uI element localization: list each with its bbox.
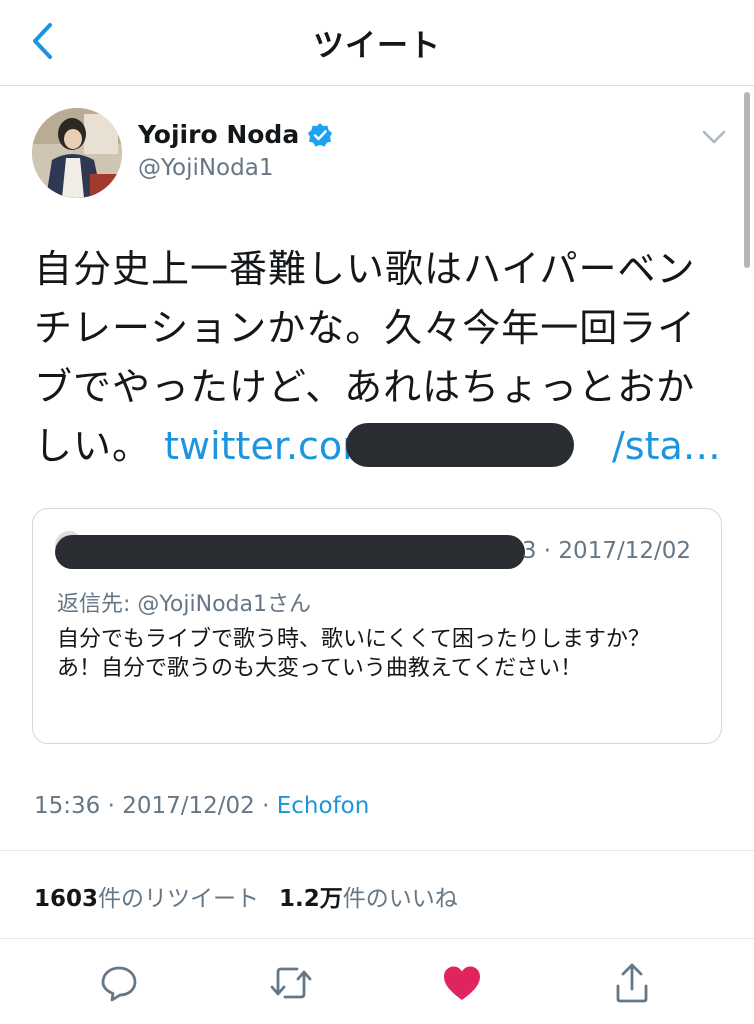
handle[interactable]: @YojiNoda1 [138, 155, 273, 181]
scrollbar[interactable] [744, 92, 750, 268]
retweet-count[interactable]: 1603件のリツイート [34, 879, 259, 913]
display-name[interactable]: Yojiro Noda [138, 120, 299, 149]
like-button[interactable] [434, 955, 490, 1011]
tweet-date: 2017/12/02 [122, 793, 255, 819]
avatar[interactable] [32, 108, 122, 198]
tweet-meta: 15:36 · 2017/12/02 · Echofon [34, 793, 370, 819]
page-title: ツイート [313, 28, 441, 64]
quoted-tweet-card[interactable]: 3 · 2017/12/02 返信先: @YojiNoda1さん 自分でもライブ… [32, 508, 722, 744]
verified-badge-icon [308, 122, 333, 146]
share-icon [616, 963, 648, 1003]
retweet-count-value: 1603 [34, 886, 99, 912]
author-name-row: Yojiro Noda [138, 120, 333, 149]
quoted-author-redaction [55, 535, 525, 569]
avatar-image [32, 108, 122, 198]
navigation-bar: ツイート [0, 0, 754, 86]
reply-button[interactable] [91, 955, 147, 1011]
tweet-actions [0, 955, 754, 1015]
quoted-reply-to: 返信先: @YojiNoda1さん [57, 592, 311, 617]
chevron-down-icon [702, 130, 726, 144]
tweet-link-end: /sta… [612, 424, 721, 468]
quoted-date: 3 · 2017/12/02 [521, 538, 691, 564]
quoted-body-line-2: あ！自分で歌うのも大変っていう曲教えてください！ [57, 656, 583, 681]
comment-icon [101, 966, 137, 1002]
tweet-source[interactable]: Echofon [277, 793, 370, 819]
tweet-stats: 1603件のリツイート 1.2万件のいいね [34, 879, 458, 913]
quoted-body: 自分でもライブで歌う時、歌いにくくて困ったりしますか？ あ！自分で歌うのも大変っ… [57, 625, 697, 683]
share-button[interactable] [604, 955, 660, 1011]
divider [0, 850, 754, 851]
retweet-button[interactable] [263, 955, 319, 1011]
like-count-label: 件のいいね [342, 886, 458, 912]
tweet-menu-button[interactable] [694, 122, 734, 152]
heart-icon [444, 966, 480, 1000]
like-count[interactable]: 1.2万件のいいね [279, 879, 458, 913]
retweet-count-label: 件のリツイート [98, 886, 260, 912]
retweet-icon [270, 967, 312, 999]
redaction-bar [346, 423, 574, 467]
like-count-value: 1.2万 [279, 886, 343, 912]
divider [0, 938, 754, 939]
quoted-body-line-1: 自分でもライブで歌う時、歌いにくくて困ったりしますか？ [57, 627, 650, 652]
tweet-time: 15:36 [34, 793, 101, 819]
